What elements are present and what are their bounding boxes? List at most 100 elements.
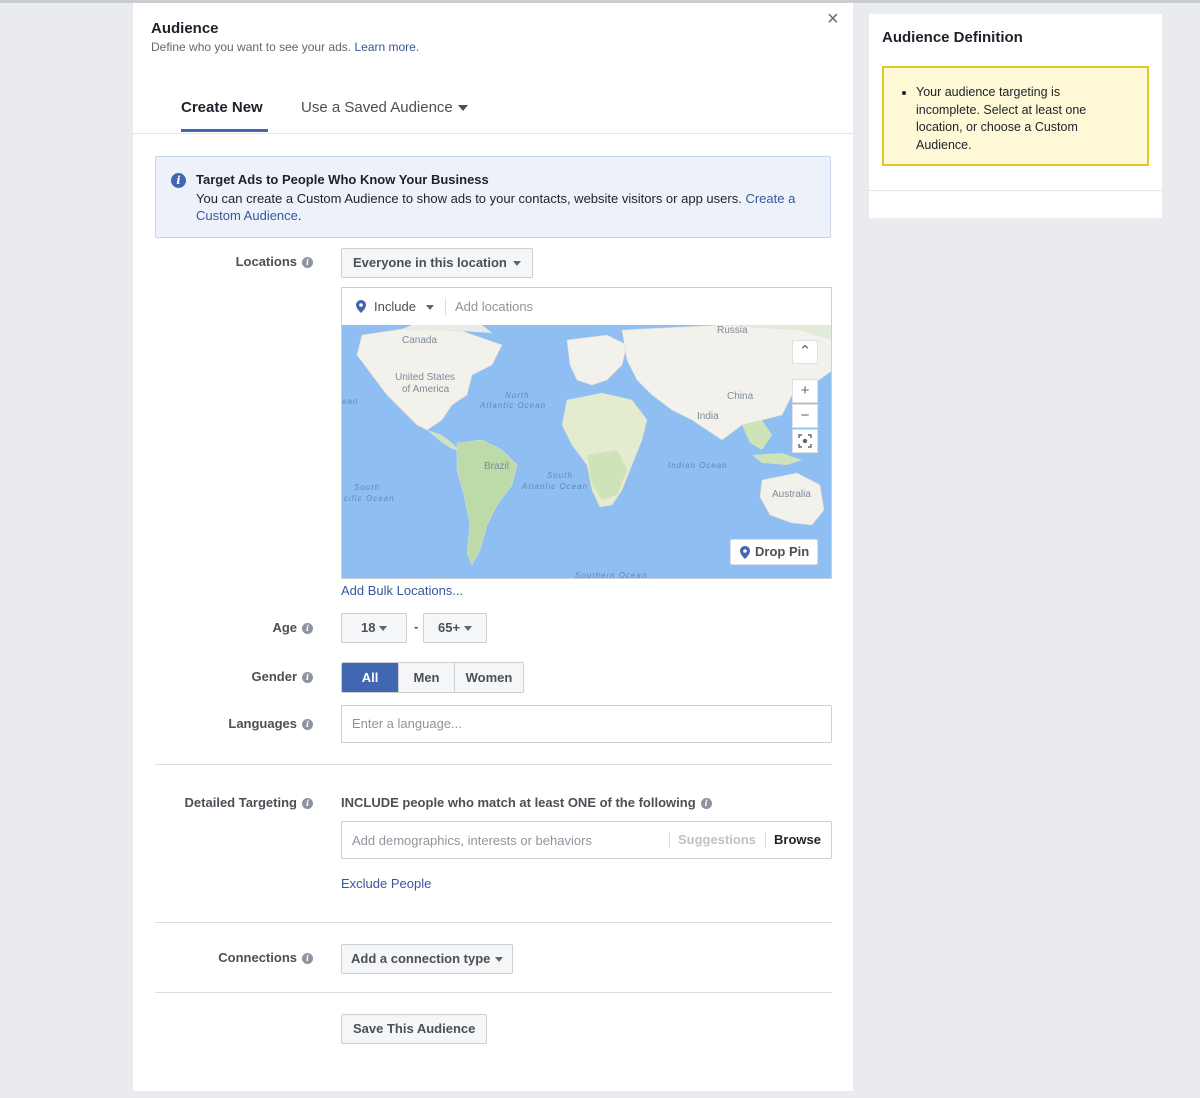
info-text: You can create a Custom Audience to show… [196,191,742,206]
map-label-pacific: ean [342,397,359,406]
chevron-down-icon [495,957,504,963]
close-icon[interactable]: × [827,9,839,29]
include-label: Include [374,299,416,314]
connection-type-label: Add a connection type [351,951,491,966]
map-scroll-up-button[interactable]: ⌃ [792,340,818,364]
info-body: You can create a Custom Audience to show… [196,190,806,224]
map-label-southern-ocean: Southern Ocean [575,571,648,579]
divider [155,922,832,923]
map-label-north-atlantic-2: Atlantic Ocean [480,401,547,410]
locations-label: Locations i [133,254,313,269]
recenter-button[interactable] [792,429,818,453]
language-input[interactable]: Enter a language... [341,705,832,743]
divider [869,190,1162,191]
info-icon: i [171,173,186,188]
locate-icon [798,434,812,448]
map-label-australia: Australia [772,489,811,500]
targeting-warning: Your audience targeting is incomplete. S… [882,66,1149,166]
audience-panel: × Audience Define who you want to see yo… [133,3,853,1091]
gender-selector: All Men Women [341,662,524,693]
exclude-people-link[interactable]: Exclude People [341,876,431,891]
help-icon[interactable]: i [302,798,313,810]
map-label-indian-ocean: Indian Ocean [668,461,728,470]
connection-type-dropdown[interactable]: Add a connection type [341,944,514,974]
map-label-india: India [697,411,719,422]
subtitle-text: Define who you want to see your ads. [151,40,352,54]
save-audience-button[interactable]: Save This Audience [341,1014,488,1044]
map-label-brazil: Brazil [484,461,510,472]
add-bulk-locations-link[interactable]: Add Bulk Locations... [341,583,463,598]
age-separator: - [414,619,419,634]
age-max-dropdown[interactable]: 65+ [423,613,488,643]
zoom-out-button[interactable]: − [792,404,818,428]
divider [155,992,832,993]
chevron-down-icon [425,305,434,311]
tab-bar: Create New Use a Saved Audience [133,85,853,134]
detailed-targeting-heading-text: INCLUDE people who match at least ONE of… [341,795,696,810]
map-label-canada: Canada [402,335,438,346]
plus-icon: + [800,382,810,399]
map-label-south-pacific-2: cific Ocean [344,494,395,503]
gender-label: Gender i [133,669,313,684]
detailed-targeting-field: Add demographics, interests or behaviors… [341,821,832,859]
learn-more-link[interactable]: Learn more. [354,40,419,54]
location-type-value: Everyone in this location [353,255,507,270]
browse-button[interactable]: Browse [765,831,821,849]
location-input[interactable]: Add locations [455,299,533,314]
chevron-down-icon [379,626,388,632]
zoom-in-button[interactable]: + [792,379,818,403]
chevron-down-icon [464,626,473,632]
help-icon[interactable]: i [302,953,313,965]
map-label-usa-2: of America [402,384,450,395]
map-label-usa-1: United States [395,372,456,383]
detailed-targeting-label-text: Detailed Targeting [184,795,297,810]
map-label-russia: Russia [717,325,748,336]
gender-all-button[interactable]: All [342,663,398,692]
map-label-china: China [727,391,754,402]
location-type-dropdown[interactable]: Everyone in this location [341,248,533,278]
custom-audience-info: i Target Ads to People Who Know Your Bus… [155,156,831,238]
info-period: . [297,208,302,223]
map-label-north-atlantic-1: North [505,391,530,400]
drop-pin-label: Drop Pin [755,544,810,559]
map-pin-icon [740,546,750,559]
age-min-value: 18 [361,620,376,635]
detailed-targeting-heading: INCLUDE people who match at least ONE of… [341,795,712,810]
gender-men-button[interactable]: Men [398,663,454,692]
divider [445,298,446,316]
help-icon[interactable]: i [302,719,313,731]
info-title: Target Ads to People Who Know Your Busin… [196,172,489,187]
help-icon[interactable]: i [700,798,712,810]
help-icon[interactable]: i [302,623,313,635]
map-label-south-pacific-1: South [354,483,380,492]
languages-label: Languages i [133,716,313,731]
divider [155,764,832,765]
age-max-value: 65+ [438,620,461,635]
locations-label-text: Locations [235,254,297,269]
minus-icon: − [800,407,810,424]
age-label: Age i [133,620,313,635]
include-dropdown[interactable]: Include [374,299,434,314]
drop-pin-button[interactable]: Drop Pin [730,539,818,565]
gender-label-text: Gender [251,669,297,684]
help-icon[interactable]: i [302,672,313,684]
tab-saved-audience[interactable]: Use a Saved Audience [301,99,468,116]
detailed-targeting-input[interactable]: Add demographics, interests or behaviors [352,833,592,848]
chevron-down-icon [457,105,468,112]
world-map[interactable]: Canada Russia United States of America C… [341,325,832,579]
connections-label: Connections i [133,950,313,965]
chevron-down-icon [512,261,521,267]
tab-create-new-label: Create New [181,99,263,116]
gender-women-button[interactable]: Women [454,663,523,692]
age-min-dropdown[interactable]: 18 [341,613,408,643]
tab-create-new[interactable]: Create New [181,99,268,132]
sidebar-title: Audience Definition [882,29,1023,46]
suggestions-button[interactable]: Suggestions [669,831,756,849]
audience-definition-panel: Audience Definition Your audience target… [869,14,1162,218]
page-title: Audience [151,20,219,37]
map-label-south-atlantic-1: South [547,471,573,480]
tab-saved-audience-label: Use a Saved Audience [301,99,453,116]
age-label-text: Age [272,620,297,635]
languages-label-text: Languages [228,716,297,731]
help-icon[interactable]: i [302,257,313,269]
